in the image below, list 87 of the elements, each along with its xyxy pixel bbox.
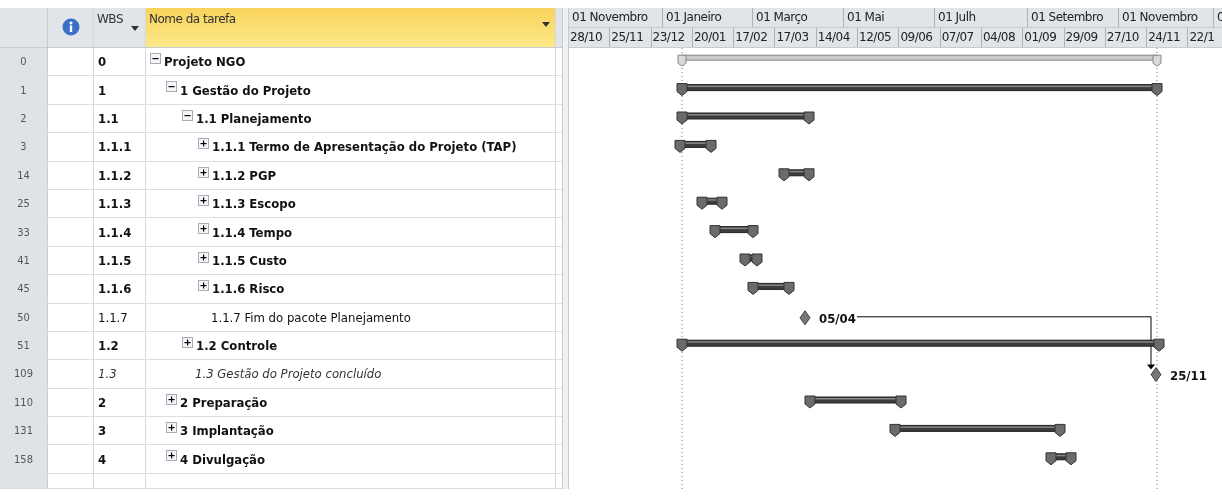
task-name: 1 Gestão do Projeto: [180, 82, 311, 98]
milestone-date: 05/04: [819, 310, 856, 326]
wbs-cell: 3: [94, 417, 146, 445]
expand-icon[interactable]: [198, 138, 209, 150]
timescale-label: 01 Julh: [935, 8, 1028, 27]
expand-icon[interactable]: [198, 194, 209, 206]
row-number: 2: [0, 104, 48, 133]
timescale-label: 25/11: [610, 28, 652, 47]
timescale-label: 01 Mai: [844, 8, 935, 27]
task-name: 1.1.4 Tempo: [212, 224, 293, 240]
timescale-label: 09/06: [899, 28, 941, 47]
timescale-label: 24/11: [1147, 28, 1189, 47]
row-number: 14: [0, 161, 48, 189]
timescale-label: 04/08: [981, 28, 1024, 47]
row-number: 1: [0, 76, 48, 104]
timescale-label: 17/02: [734, 28, 776, 47]
task-name: 2 Preparação: [180, 394, 268, 410]
expand-icon[interactable]: [198, 280, 209, 292]
wbs-cell: 1.3: [94, 360, 146, 388]
wbs-cell: 1.1.7: [94, 303, 146, 331]
expand-icon[interactable]: [182, 336, 193, 348]
wbs-cell: 1.1.5: [94, 246, 146, 275]
wbs-cell: 2: [94, 388, 146, 417]
task-name: Projeto NGO: [164, 54, 246, 70]
timescale-label: 07/07: [940, 28, 982, 47]
row-number: 110: [0, 388, 48, 417]
timescale-label: 01 Janeiro: [663, 8, 753, 27]
milestone-date: 25/11: [1170, 367, 1207, 383]
expand-icon[interactable]: [166, 393, 177, 405]
row-number: 45: [0, 275, 48, 303]
collapse-icon[interactable]: [150, 53, 161, 64]
wbs-cell: 1.1.3: [94, 189, 146, 218]
dropdown-icon[interactable]: [542, 22, 550, 27]
row-number: 131: [0, 417, 48, 445]
row-number: 158: [0, 445, 48, 473]
column-header[interactable]: Nome da tarefa: [146, 8, 556, 47]
wbs-cell: 4: [94, 445, 146, 473]
wbs-cell: 0: [94, 48, 146, 76]
timescale-label: 29/09: [1064, 28, 1106, 47]
timescale-label: 01/09: [1023, 28, 1065, 47]
wbs-cell: 1.1.1: [94, 133, 146, 161]
expand-icon[interactable]: [198, 223, 209, 235]
row-number: 41: [0, 246, 48, 275]
row-number: 50: [0, 303, 48, 331]
dropdown-icon[interactable]: [131, 26, 139, 31]
task-name: 1.2 Controle: [196, 338, 278, 354]
task-name: 1.3 Gestão do Projeto concluído: [195, 366, 382, 382]
wbs-cell: 1.1.4: [94, 218, 146, 246]
wbs-cell: 1.1.2: [94, 161, 146, 189]
timescale-label: 22/1: [1188, 28, 1222, 47]
task-name: 1.1.7 Fim do pacote Planejamento: [211, 309, 411, 325]
wbs-cell: 1.1.6: [94, 275, 146, 303]
wbs-cell: 1.1: [94, 104, 146, 133]
row-number: 25: [0, 189, 48, 218]
timescale-label: 01 Novembro: [569, 8, 663, 27]
row-number: 3: [0, 133, 48, 161]
timescale-label: 20/01: [692, 28, 735, 47]
expand-icon[interactable]: [198, 166, 209, 178]
timescale-label: 23/12: [651, 28, 693, 47]
timescale-label: 01 Março: [753, 8, 844, 27]
wbs-cell: 1.2: [94, 331, 146, 360]
row-number: 109: [0, 360, 48, 388]
task-name: 1.1.3 Escopo: [212, 196, 296, 212]
task-name: 1.1.5 Custo: [212, 252, 287, 268]
info-icon: [61, 18, 80, 36]
task-name: 1.1.2 PGP: [212, 167, 277, 183]
task-name: 1.1 Planejamento: [196, 110, 312, 126]
task-name: 1.1.1 Termo de Apresentação do Projeto (TAP): [212, 139, 517, 155]
row-number: 51: [0, 331, 48, 360]
timescale-label: 14/04: [816, 28, 859, 47]
timescale-label: 27/10: [1105, 28, 1148, 47]
wbs-cell: 1: [94, 76, 146, 104]
expand-icon[interactable]: [166, 422, 177, 434]
timescale-label: 01 Setembro: [1028, 8, 1119, 27]
expand-icon[interactable]: [166, 450, 177, 462]
timescale-label: 01 Novembro: [1119, 8, 1214, 27]
task-name: 4 Divulgação: [180, 451, 265, 467]
timescale-label: 17/03: [775, 28, 817, 47]
row-number: 33: [0, 218, 48, 246]
task-name: 1.1.6 Risco: [212, 281, 285, 297]
timescale-label: 28/10: [569, 28, 611, 47]
timescale-label: 12/05: [858, 28, 900, 47]
expand-icon[interactable]: [198, 251, 209, 263]
task-name: 3 Implantação: [180, 423, 274, 439]
collapse-icon[interactable]: [182, 109, 193, 121]
row-number: 0: [0, 48, 48, 76]
collapse-icon[interactable]: [166, 81, 177, 93]
